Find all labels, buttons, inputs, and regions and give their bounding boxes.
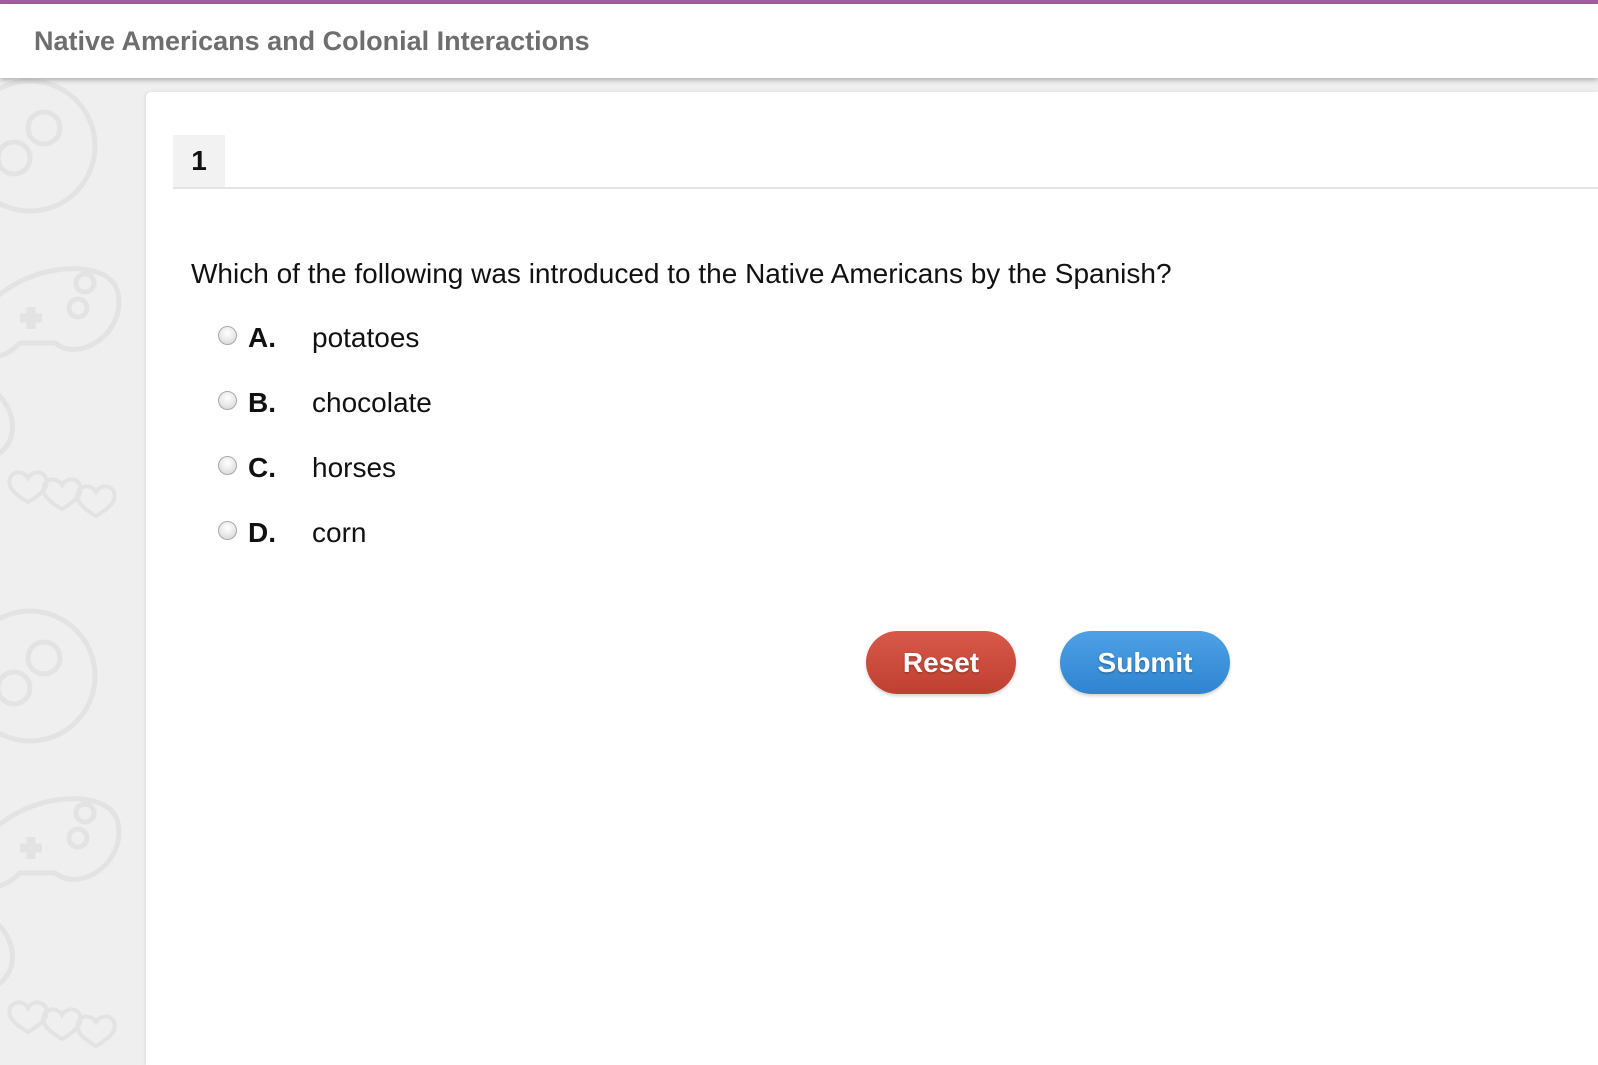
radio-button-icon[interactable] <box>218 456 237 475</box>
reset-button[interactable]: Reset <box>866 631 1016 694</box>
question-number-tab[interactable]: 1 <box>173 135 225 187</box>
option-text: horses <box>312 452 397 483</box>
option-letter: B. <box>248 387 276 418</box>
question-text: Which of the following was introduced to… <box>191 258 1172 289</box>
gamepad-pattern-icon <box>0 78 122 1049</box>
answer-option-b[interactable]: B. chocolate <box>216 387 636 427</box>
question-panel: 1 Which of the following was introduced … <box>146 92 1598 1065</box>
option-text: potatoes <box>312 322 420 353</box>
tab-divider <box>173 187 1598 189</box>
answer-option-c[interactable]: C. horses <box>216 452 636 492</box>
answer-option-a[interactable]: A. potatoes <box>216 322 636 362</box>
option-text: corn <box>312 517 367 548</box>
option-letter: C. <box>248 452 276 483</box>
answer-option-d[interactable]: D. corn <box>216 517 636 557</box>
background-pattern <box>0 78 146 1065</box>
radio-button-icon[interactable] <box>218 521 237 540</box>
option-letter: A. <box>248 322 276 353</box>
submit-button[interactable]: Submit <box>1060 631 1230 694</box>
radio-button-icon[interactable] <box>218 391 237 410</box>
page-title: Native Americans and Colonial Interactio… <box>34 26 590 56</box>
option-text: chocolate <box>312 387 432 418</box>
radio-button-icon[interactable] <box>218 326 237 345</box>
option-letter: D. <box>248 517 276 548</box>
page-header: Native Americans and Colonial Interactio… <box>0 4 1598 78</box>
